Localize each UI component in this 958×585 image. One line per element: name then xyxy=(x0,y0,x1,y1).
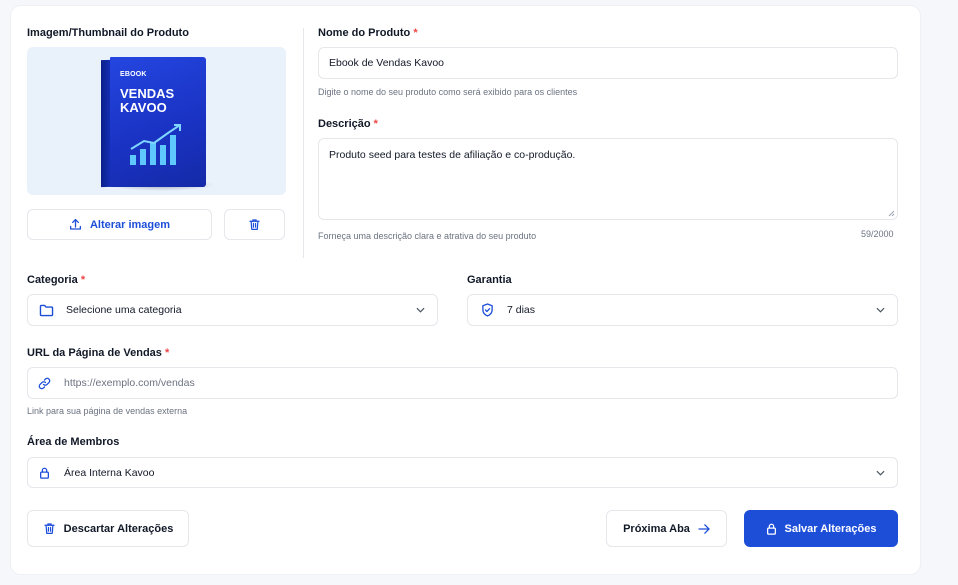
ebook-cover-image: EBOOK VENDAS KAVOO xyxy=(101,57,215,191)
lock-icon xyxy=(766,523,777,535)
product-name-input[interactable]: Ebook de Vendas Kavoo xyxy=(318,47,898,79)
product-form-card: Imagem/Thumbnail do Produto EBOOK VENDAS… xyxy=(11,6,920,574)
category-placeholder: Selecione uma categoria xyxy=(66,304,182,316)
members-area-select[interactable]: Área Interna Kavoo xyxy=(27,457,898,488)
members-area-value: Área Interna Kavoo xyxy=(64,466,155,479)
description-char-counter: 59/2000 xyxy=(861,229,894,239)
sales-url-hint: Link para sua página de vendas externa xyxy=(27,406,188,416)
delete-image-button[interactable] xyxy=(224,209,285,240)
arrow-right-icon xyxy=(698,523,710,534)
resize-handle-icon[interactable] xyxy=(888,210,895,217)
change-image-button[interactable]: Alterar imagem xyxy=(27,209,212,240)
upload-icon xyxy=(69,218,82,231)
discard-changes-button[interactable]: Descartar Alterações xyxy=(27,510,189,547)
sales-url-label: URL da Página de Vendas * xyxy=(27,347,170,359)
chevron-down-icon xyxy=(416,307,425,313)
description-label: Descrição * xyxy=(318,118,378,130)
chevron-down-icon xyxy=(876,307,885,313)
product-thumbnail: EBOOK VENDAS KAVOO xyxy=(27,47,286,195)
product-name-label: Nome do Produto * xyxy=(318,27,418,39)
lock-icon xyxy=(39,467,50,479)
bar-chart-graphic xyxy=(130,124,181,165)
save-changes-label: Salvar Alterações xyxy=(784,522,877,535)
description-hint: Forneça uma descrição clara e atrativa d… xyxy=(318,231,537,241)
guarantee-label: Garantia xyxy=(467,274,512,286)
sales-url-input[interactable]: https://exemplo.com/vendas xyxy=(27,367,898,399)
ebook-cover-title: VENDAS KAVOO xyxy=(120,86,175,115)
guarantee-select[interactable]: 7 dias xyxy=(467,294,898,326)
next-tab-button[interactable]: Próxima Aba xyxy=(606,510,727,547)
section-divider xyxy=(303,28,304,258)
change-image-label: Alterar imagem xyxy=(89,218,171,231)
chevron-down-icon xyxy=(876,470,885,476)
product-name-hint: Digite o nome do seu produto como será e… xyxy=(318,87,578,97)
link-icon xyxy=(38,377,51,390)
trash-icon xyxy=(43,522,56,535)
sales-url-placeholder: https://exemplo.com/vendas xyxy=(64,377,195,389)
image-section-label: Imagem/Thumbnail do Produto xyxy=(27,27,189,39)
members-area-label: Área de Membros xyxy=(27,436,120,448)
folder-icon xyxy=(39,304,54,317)
save-changes-button[interactable]: Salvar Alterações xyxy=(744,510,898,547)
guarantee-value: 7 dias xyxy=(507,304,536,316)
ebook-cover-tag: EBOOK xyxy=(120,71,147,78)
description-value: Produto seed para testes de afiliação e … xyxy=(329,149,576,161)
product-name-value: Ebook de Vendas Kavoo xyxy=(329,57,445,69)
description-textarea[interactable]: Produto seed para testes de afiliação e … xyxy=(318,138,898,220)
trash-icon xyxy=(248,218,261,231)
shield-check-icon xyxy=(481,303,494,317)
category-select[interactable]: Selecione uma categoria xyxy=(27,294,438,326)
discard-changes-label: Descartar Alterações xyxy=(63,522,174,535)
category-label: Categoria * xyxy=(27,274,86,286)
next-tab-label: Próxima Aba xyxy=(623,522,690,535)
